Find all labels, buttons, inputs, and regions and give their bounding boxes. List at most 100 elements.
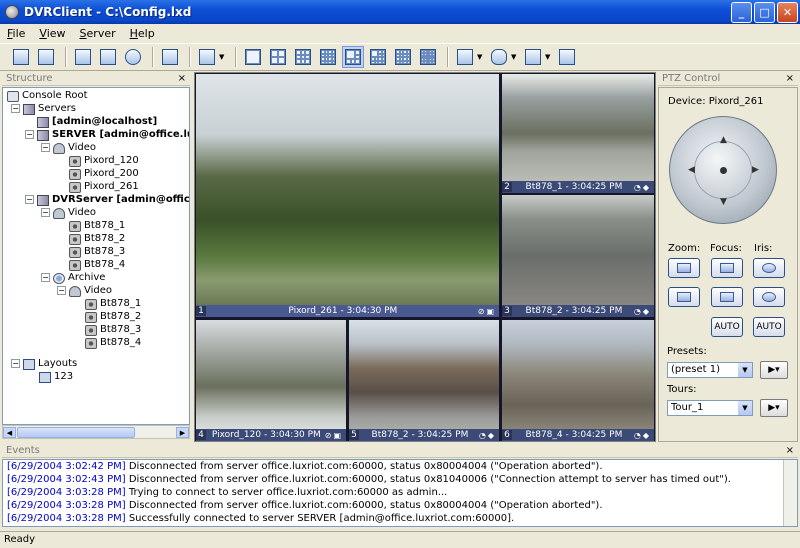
expand-servers-icon[interactable]: − xyxy=(11,104,20,113)
scroll-left-icon[interactable]: ◀ xyxy=(3,427,16,438)
tree-node-server-office[interactable]: SERVER [admin@office.luxriot.c xyxy=(37,129,189,141)
camera-view-4[interactable]: 4 Pixord_120 - 3:04:30 PM ⊘▣ xyxy=(196,320,346,441)
tree-node-archive[interactable]: Archive xyxy=(53,272,105,284)
maximize-button[interactable]: □ xyxy=(754,1,775,23)
layout-3x3-button[interactable] xyxy=(292,46,314,68)
tree-node-camera[interactable]: Bt878_2 xyxy=(69,233,125,245)
camera-view-1[interactable]: 1 Pixord_261 - 3:04:30 PM ⊘▣ xyxy=(196,74,499,317)
tree-node-camera[interactable]: Pixord_261 xyxy=(69,181,139,193)
ptz-close-button[interactable]: × xyxy=(786,73,794,84)
list-view-button[interactable] xyxy=(72,46,94,68)
structure-hscrollbar[interactable]: ◀ ▶ xyxy=(2,425,190,439)
pan-down-icon[interactable]: ▼ xyxy=(720,197,727,207)
tree-node-camera[interactable]: Bt878_3 xyxy=(85,324,141,336)
close-button[interactable]: ✕ xyxy=(777,1,798,23)
iris-open-button[interactable] xyxy=(753,258,785,278)
record-dropdown-icon[interactable]: ▼ xyxy=(477,53,484,61)
expand-video-icon[interactable]: − xyxy=(41,208,50,217)
expand-video-icon[interactable]: − xyxy=(41,143,50,152)
tree-node-root[interactable]: Console Root xyxy=(7,90,88,102)
camera-view-3[interactable]: 3 Bt878_2 - 3:04:25 PM ◔◆ xyxy=(502,195,654,317)
camera-button[interactable] xyxy=(122,46,144,68)
minimize-button[interactable]: _ xyxy=(731,1,752,23)
camera-view-2[interactable]: 2 Bt878_1 - 3:04:25 PM ◔◆ xyxy=(502,74,654,193)
record-button[interactable] xyxy=(454,46,476,68)
menu-view[interactable]: View xyxy=(32,27,72,40)
expand-server-icon[interactable]: − xyxy=(25,130,34,139)
menu-help[interactable]: Help xyxy=(123,27,162,40)
tree-node-video[interactable]: Video xyxy=(53,142,96,154)
layout-1plus5-button[interactable] xyxy=(342,46,364,68)
scroll-thumb[interactable] xyxy=(17,427,135,438)
layout-1x1-button[interactable] xyxy=(242,46,264,68)
ptz-button[interactable] xyxy=(159,46,181,68)
chevron-down-icon[interactable]: ▼ xyxy=(738,401,752,415)
camera-view-6[interactable]: 6 Bt878_4 - 3:04:25 PM ◔◆ xyxy=(502,320,654,441)
pan-right-icon[interactable]: ▶ xyxy=(752,165,759,175)
video-icon xyxy=(53,207,65,219)
tree-node-camera[interactable]: Pixord_200 xyxy=(69,168,139,180)
chevron-down-icon[interactable]: ▼ xyxy=(738,363,752,377)
iris-close-button[interactable] xyxy=(753,287,785,307)
motion-button[interactable] xyxy=(522,46,544,68)
window-button[interactable] xyxy=(556,46,578,68)
expand-dvrserver-icon[interactable]: − xyxy=(25,195,34,204)
pan-left-icon[interactable]: ◀ xyxy=(688,165,695,175)
tour-play-button[interactable]: ▶▾ xyxy=(760,399,788,417)
focus-near-button[interactable] xyxy=(711,258,743,278)
save-button[interactable] xyxy=(35,46,57,68)
pan-up-icon[interactable]: ▲ xyxy=(720,135,727,145)
tree-node-video[interactable]: Video xyxy=(69,285,112,297)
presets-label: Presets: xyxy=(667,346,707,357)
tree-node-camera[interactable]: Bt878_2 xyxy=(85,311,141,323)
focus-far-button[interactable] xyxy=(711,287,743,307)
tours-select[interactable]: Tour_1 ▼ xyxy=(667,400,753,416)
presets-select[interactable]: (preset 1) ▼ xyxy=(667,362,753,378)
tree-node-camera[interactable]: Pixord_120 xyxy=(69,155,139,167)
scroll-right-icon[interactable]: ▶ xyxy=(176,427,189,438)
preset-go-button[interactable]: ▶▾ xyxy=(760,361,788,379)
server-icon xyxy=(37,116,49,128)
zoom-out-button[interactable] xyxy=(668,287,700,307)
open-button[interactable] xyxy=(10,46,32,68)
layout-1plus7-button[interactable] xyxy=(367,46,389,68)
focus-auto-button[interactable]: AUTO xyxy=(711,317,743,337)
tree-node-server-dvr[interactable]: DVRServer [admin@office.luxri xyxy=(37,194,189,206)
camera-view-5[interactable]: 5 Bt878_2 - 3:04:25 PM ◔◆ xyxy=(349,320,499,441)
expand-archive-video-icon[interactable]: − xyxy=(57,286,66,295)
monitor-button[interactable] xyxy=(196,46,218,68)
zoom-in-icon xyxy=(677,263,691,273)
joystick-center-icon[interactable] xyxy=(720,167,727,174)
monitor-dropdown-icon[interactable]: ▼ xyxy=(219,53,226,61)
layout-4x4-button[interactable] xyxy=(317,46,339,68)
tree-node-servers[interactable]: Servers xyxy=(23,103,76,115)
expand-archive-icon[interactable]: − xyxy=(41,273,50,282)
tree-node-layouts[interactable]: Layouts xyxy=(23,358,77,370)
tree-node-camera[interactable]: Bt878_3 xyxy=(69,246,125,258)
events-vscrollbar[interactable] xyxy=(783,460,797,526)
tree-node-video[interactable]: Video xyxy=(53,207,96,219)
hand-dropdown-icon[interactable]: ▼ xyxy=(511,53,518,61)
expand-layouts-icon[interactable]: − xyxy=(11,359,20,368)
tree-node-camera[interactable]: Bt878_1 xyxy=(69,220,125,232)
hand-button[interactable] xyxy=(488,46,510,68)
tree-node-camera[interactable]: Bt878_4 xyxy=(69,259,125,271)
tree-node-camera[interactable]: Bt878_1 xyxy=(85,298,141,310)
window-title: DVRClient - C:\Config.lxd xyxy=(24,5,192,19)
iris-close-icon xyxy=(762,292,776,302)
edit-button[interactable] xyxy=(97,46,119,68)
motion-dropdown-icon[interactable]: ▼ xyxy=(545,53,552,61)
ptz-joystick[interactable]: ▲ ▼ ◀ ▶ xyxy=(669,116,777,224)
events-close-button[interactable]: × xyxy=(786,445,794,456)
layout-5x5-button[interactable] xyxy=(417,46,439,68)
tree-node-layout[interactable]: 123 xyxy=(39,371,73,383)
layout-4x4b-button[interactable] xyxy=(392,46,414,68)
structure-close-button[interactable]: × xyxy=(178,73,186,84)
menu-server[interactable]: Server xyxy=(73,27,123,40)
menu-file[interactable]: File xyxy=(0,27,32,40)
iris-auto-button[interactable]: AUTO xyxy=(753,317,785,337)
tree-node-server-localhost[interactable]: [admin@localhost] xyxy=(37,116,157,128)
tree-node-camera[interactable]: Bt878_4 xyxy=(85,337,141,349)
zoom-in-button[interactable] xyxy=(668,258,700,278)
layout-2x2-button[interactable] xyxy=(267,46,289,68)
